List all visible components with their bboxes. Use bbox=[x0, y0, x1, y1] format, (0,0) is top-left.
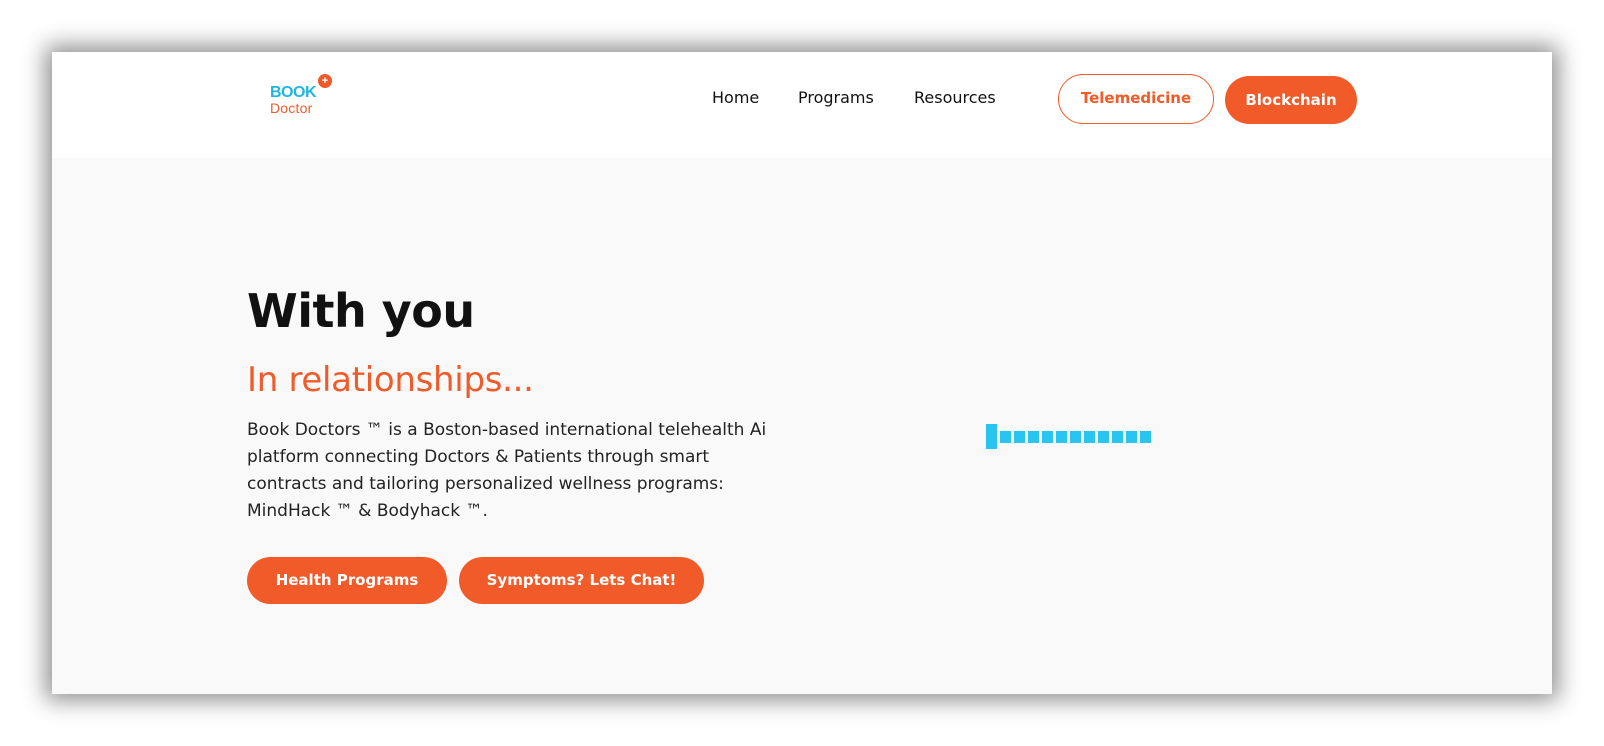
logo-text-doctor: Doctor bbox=[270, 100, 313, 116]
symptoms-chat-button[interactable]: Symptoms? Lets Chat! bbox=[459, 557, 704, 604]
nav-item-programs[interactable]: Programs bbox=[798, 88, 874, 107]
hero-description: Book Doctors ™ is a Boston-based interna… bbox=[247, 420, 767, 521]
nav-item-home[interactable]: Home bbox=[712, 88, 759, 107]
book-doctor-logo[interactable]: BOOK Doctor + bbox=[270, 74, 334, 120]
nav-link-home[interactable]: Home bbox=[712, 88, 759, 107]
hero-subtitle: In relationships... bbox=[247, 360, 534, 400]
nav-item-resources[interactable]: Resources bbox=[914, 88, 996, 107]
blockchain-button[interactable]: Blockchain bbox=[1225, 76, 1357, 124]
nav-link-programs[interactable]: Programs bbox=[798, 88, 874, 107]
hero-title: With you bbox=[247, 284, 475, 338]
site-header: BOOK Doctor + Home Programs Resources Te… bbox=[52, 52, 1552, 158]
logo-plus-icon: + bbox=[318, 74, 332, 88]
telemedicine-button[interactable]: Telemedicine bbox=[1058, 74, 1214, 124]
browser-viewport: BOOK Doctor + Home Programs Resources Te… bbox=[52, 52, 1552, 694]
nav-link-resources[interactable]: Resources bbox=[914, 88, 996, 107]
health-programs-button[interactable]: Health Programs bbox=[247, 557, 447, 604]
